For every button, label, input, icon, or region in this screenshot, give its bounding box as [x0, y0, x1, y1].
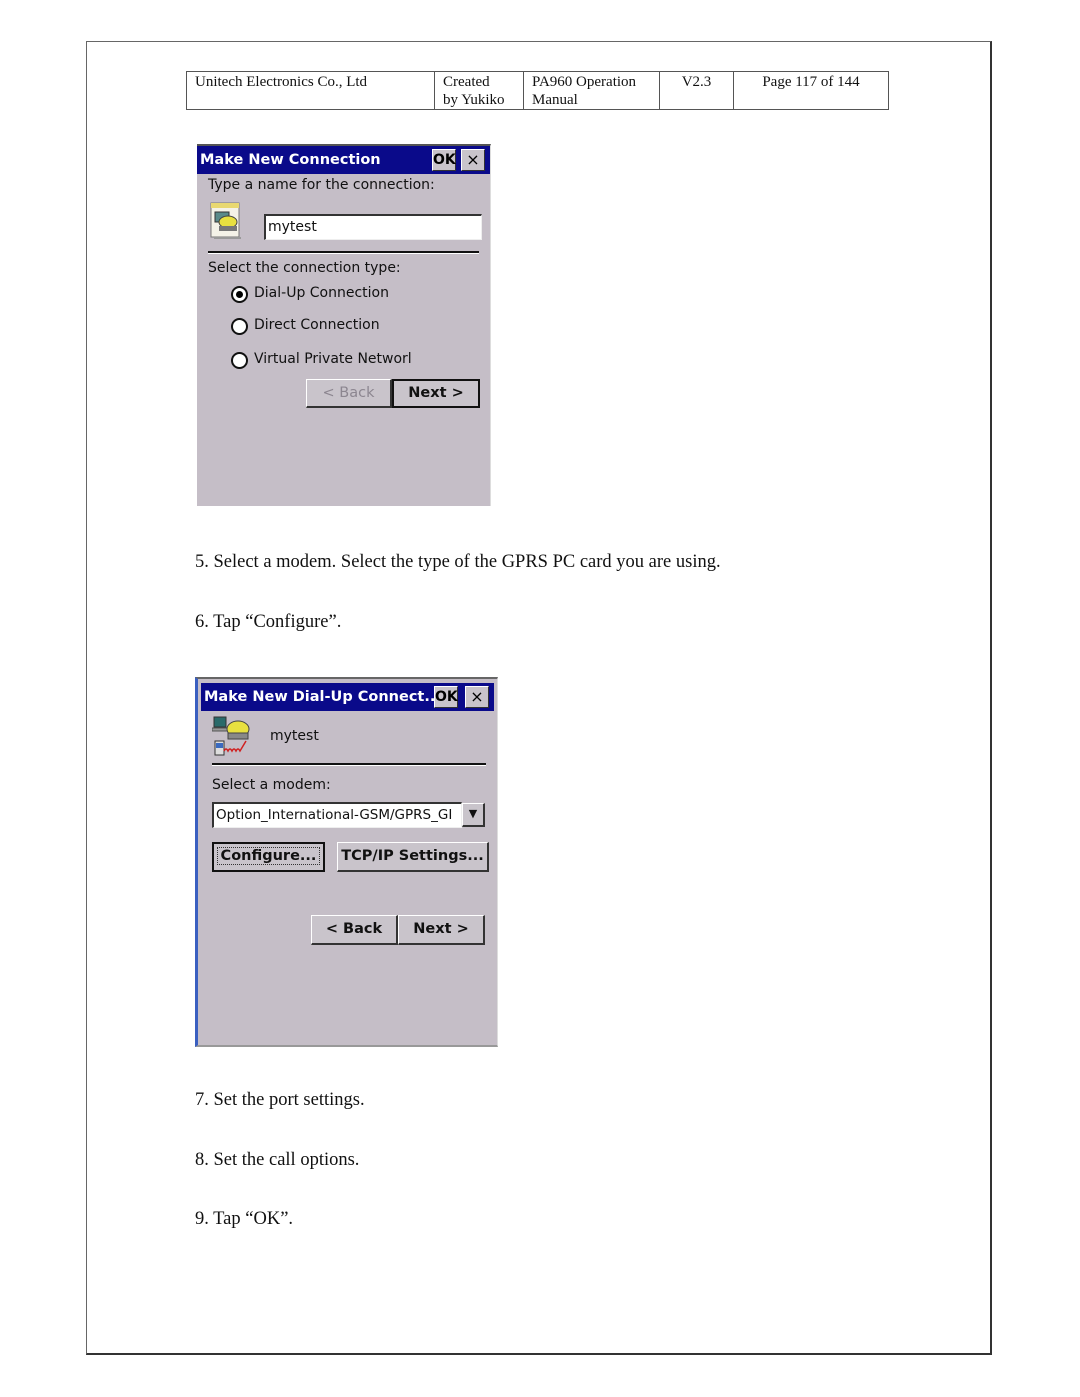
option-dialup-label[interactable]: Dial-Up Connection [254, 285, 389, 301]
configure-button[interactable]: Configure... [212, 842, 325, 872]
back-button[interactable]: < Back [311, 915, 398, 945]
radio-dialup[interactable] [231, 286, 248, 303]
step-9: 9. Tap “OK”. [195, 1209, 294, 1229]
company-name: Unitech Electronics Co., Ltd [195, 74, 368, 90]
make-new-connection-dialog: Make New Connection OK × Type a name for… [197, 144, 491, 506]
header-page: Page 117 of 144 [734, 72, 888, 109]
connection-wizard-icon [209, 200, 243, 244]
next-button[interactable]: Next > [392, 379, 480, 408]
close-button[interactable]: × [461, 149, 485, 171]
page-number: Page 117 of 144 [762, 74, 860, 90]
radio-direct[interactable] [231, 318, 248, 335]
next-button[interactable]: Next > [398, 915, 485, 945]
created-label: Created [443, 74, 490, 90]
step-5: 5. Select a modem. Select the type of th… [195, 552, 721, 572]
dialog-titlebar: Make New Connection OK × [197, 146, 490, 174]
type-prompt: Select the connection type: [208, 260, 401, 276]
name-prompt: Type a name for the connection: [208, 177, 435, 193]
make-new-dialup-connection-dialog: Make New Dial-Up Connect... OK × mytest … [195, 677, 498, 1047]
back-button[interactable]: < Back [306, 379, 392, 408]
ok-button[interactable]: OK [432, 149, 456, 171]
document-header: Unitech Electronics Co., Ltd Created by … [186, 71, 889, 110]
header-company: Unitech Electronics Co., Ltd [187, 72, 435, 109]
step-6: 6. Tap “Configure”. [195, 612, 342, 632]
dialup-connection-icon [211, 715, 252, 761]
modem-prompt: Select a modem: [212, 777, 331, 793]
connection-name: mytest [270, 728, 319, 744]
step-7: 7. Set the port settings. [195, 1090, 365, 1110]
dialog-title: Make New Connection [200, 152, 381, 168]
dialog-titlebar: Make New Dial-Up Connect... OK × [201, 683, 494, 711]
close-button[interactable]: × [465, 686, 489, 708]
step-8: 8. Set the call options. [195, 1150, 360, 1170]
ok-button[interactable]: OK [434, 686, 458, 708]
separator [208, 251, 479, 254]
chevron-down-icon: ▼ [468, 807, 478, 820]
option-direct-label[interactable]: Direct Connection [254, 317, 380, 333]
separator [212, 763, 486, 766]
created-by: by Yukiko [443, 92, 505, 108]
header-document: PA960 Operation Manual [524, 72, 660, 109]
header-version: V2.3 [660, 72, 734, 109]
tcpip-settings-button[interactable]: TCP/IP Settings... [337, 842, 489, 872]
option-vpn-label[interactable]: Virtual Private Networl [254, 351, 412, 367]
modem-select[interactable]: Option_International-GSM/GPRS_GI [212, 802, 462, 828]
doc-title-line1: PA960 Operation [532, 74, 637, 90]
modem-dropdown-button[interactable]: ▼ [462, 803, 485, 827]
configure-label: Configure... [216, 847, 321, 865]
connection-name-input[interactable]: mytest [264, 214, 482, 240]
version: V2.3 [681, 74, 712, 90]
doc-title-line2: Manual [532, 92, 578, 108]
dialog-title: Make New Dial-Up Connect... [204, 689, 441, 705]
header-created: Created by Yukiko [435, 72, 524, 109]
radio-vpn[interactable] [231, 352, 248, 369]
